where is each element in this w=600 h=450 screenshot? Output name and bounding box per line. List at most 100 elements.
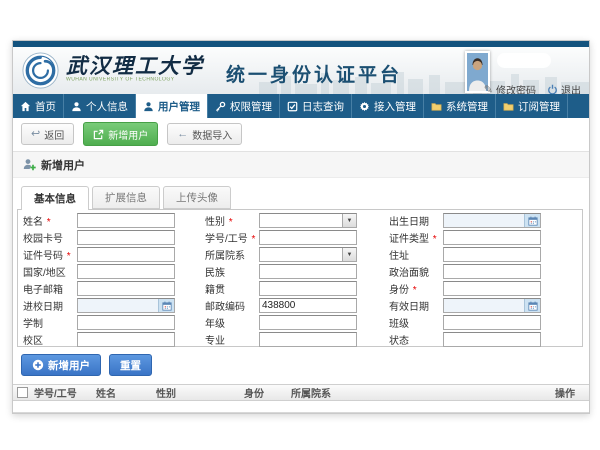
change-password-link[interactable]: ✎ 修改密码 bbox=[484, 82, 536, 94]
user-icon bbox=[71, 101, 82, 112]
grade-input[interactable] bbox=[259, 315, 357, 330]
platform-title: 统一身份认证平台 bbox=[226, 60, 402, 87]
field-label-birth-date: 出生日期 bbox=[389, 213, 443, 228]
native-place-input[interactable] bbox=[259, 281, 357, 296]
nav-tab-access-mgmt[interactable]: 接入管理 bbox=[352, 94, 424, 118]
name-input[interactable] bbox=[77, 213, 175, 228]
major-input[interactable] bbox=[259, 332, 357, 347]
log-icon bbox=[287, 101, 298, 112]
app-window: 武汉理工大学 WUHAN UNIVERSITY OF TECHNOLOGY 统一… bbox=[12, 40, 590, 414]
gender-dropdown-button[interactable]: ▼ bbox=[342, 214, 356, 227]
required-asterisk: * bbox=[430, 234, 437, 245]
id-number-input[interactable] bbox=[77, 247, 175, 262]
import-arrow-icon: ← bbox=[177, 129, 188, 139]
country-input[interactable] bbox=[77, 264, 175, 279]
power-icon bbox=[547, 84, 558, 94]
email-input[interactable] bbox=[77, 281, 175, 296]
header-links: ✎ 修改密码 退出 bbox=[484, 82, 581, 94]
nav-tab-sys-mgmt[interactable]: 系统管理 bbox=[424, 94, 496, 118]
back-button[interactable]: ↩ 返回 bbox=[21, 123, 74, 145]
nav-tab-label: 首页 bbox=[35, 99, 56, 114]
data-import-button[interactable]: ← 数据导入 bbox=[167, 123, 242, 145]
tab-basic-info[interactable]: 基本信息 bbox=[21, 186, 89, 210]
add-user-label: 新增用户 bbox=[108, 127, 148, 142]
calendar-icon bbox=[528, 301, 538, 311]
id-type-input[interactable] bbox=[443, 230, 541, 245]
field-label-country: 国家/地区 bbox=[23, 264, 77, 279]
nav-tab-user-mgmt[interactable]: 用户管理 bbox=[136, 94, 208, 118]
form-field-department: 所属院系▼ bbox=[200, 246, 384, 263]
nav-tab-label: 系统管理 bbox=[446, 99, 488, 114]
reset-button[interactable]: 重置 bbox=[109, 354, 152, 376]
form-field-country: 国家/地区 bbox=[18, 263, 200, 280]
field-label-status: 状态 bbox=[389, 332, 443, 347]
field-label-campus: 校区 bbox=[23, 332, 77, 347]
nav-tab-sub-mgmt[interactable]: 订阅管理 bbox=[496, 94, 568, 118]
nav-tab-home[interactable]: 首页 bbox=[13, 94, 64, 118]
table-header-student-id: 学号/工号 bbox=[34, 385, 96, 400]
department-input[interactable]: ▼ bbox=[259, 247, 357, 262]
enroll-date-input[interactable] bbox=[77, 298, 175, 313]
form-field-name: 姓名 * bbox=[18, 212, 200, 229]
address-input[interactable] bbox=[443, 247, 541, 262]
postal-code-value: 438800 bbox=[260, 300, 295, 311]
folder-icon bbox=[431, 101, 442, 112]
form-field-campus-card: 校园卡号 bbox=[18, 229, 200, 246]
birth-date-input[interactable] bbox=[443, 213, 541, 228]
nav-tab-label: 权限管理 bbox=[230, 99, 272, 114]
submit-add-user-button[interactable]: 新增用户 bbox=[21, 354, 101, 376]
birth-date-calendar-button[interactable] bbox=[524, 214, 540, 227]
logout-link[interactable]: 退出 bbox=[547, 82, 581, 94]
university-name-en: WUHAN UNIVERSITY OF TECHNOLOGY bbox=[66, 77, 175, 82]
field-label-enroll-date: 进校日期 bbox=[23, 298, 77, 313]
form-field-address: 住址 bbox=[384, 246, 576, 263]
nav-tabs: 首页个人信息 用户管理 权限管理日志查询接入管理 系统管理订阅管理 bbox=[13, 94, 589, 118]
valid-date-calendar-button[interactable] bbox=[524, 299, 540, 312]
field-label-gender: 性别 * bbox=[205, 213, 259, 228]
valid-date-input[interactable] bbox=[443, 298, 541, 313]
user-form: 姓名 *性别 *▼出生日期校园卡号学号/工号 *证件类型 *证件号码 *所属院系… bbox=[17, 209, 583, 347]
field-label-student-id: 学号/工号 * bbox=[205, 230, 259, 245]
student-id-input[interactable] bbox=[259, 230, 357, 245]
tab-extended-info[interactable]: 扩展信息 bbox=[92, 186, 160, 209]
form-field-email: 电子邮箱 bbox=[18, 280, 200, 297]
field-label-identity: 身份 * bbox=[389, 281, 443, 296]
campus-input[interactable] bbox=[77, 332, 175, 347]
user-plus-icon bbox=[23, 158, 36, 171]
nav-tab-perm-mgmt[interactable]: 权限管理 bbox=[208, 94, 280, 118]
form-field-political-status: 政治面貌 bbox=[384, 263, 576, 280]
gender-input[interactable]: ▼ bbox=[259, 213, 357, 228]
select-all-checkbox[interactable] bbox=[17, 387, 28, 398]
tab-upload-avatar[interactable]: 上传头像 bbox=[163, 186, 231, 209]
form-field-valid-date: 有效日期 bbox=[384, 297, 576, 314]
identity-input[interactable] bbox=[443, 281, 541, 296]
ethnicity-input[interactable] bbox=[259, 264, 357, 279]
form-field-schooling-length: 学制 bbox=[18, 314, 200, 331]
add-user-toolbar-button[interactable]: 新增用户 bbox=[83, 122, 158, 146]
form-field-grade: 年级 bbox=[200, 314, 384, 331]
nav-tab-log-query[interactable]: 日志查询 bbox=[280, 94, 352, 118]
postal-code-input[interactable]: 438800 bbox=[259, 298, 357, 313]
campus-card-input[interactable] bbox=[77, 230, 175, 245]
political-status-input[interactable] bbox=[443, 264, 541, 279]
form-field-postal-code: 邮政编码438800 bbox=[200, 297, 384, 314]
chevron-down-icon: ▼ bbox=[347, 218, 353, 224]
nav-tab-label: 用户管理 bbox=[158, 99, 200, 114]
cloud-graphic bbox=[497, 53, 551, 68]
class-input[interactable] bbox=[443, 315, 541, 330]
department-dropdown-button[interactable]: ▼ bbox=[342, 248, 356, 261]
required-asterisk: * bbox=[64, 251, 71, 262]
status-input[interactable] bbox=[443, 332, 541, 347]
table-header-name: 姓名 bbox=[96, 385, 156, 400]
plus-circle-icon bbox=[32, 359, 44, 371]
form-field-enroll-date: 进校日期 bbox=[18, 297, 200, 314]
calendar-icon bbox=[528, 216, 538, 226]
submit-label: 新增用户 bbox=[48, 358, 90, 373]
schooling-length-input[interactable] bbox=[77, 315, 175, 330]
home-icon bbox=[20, 101, 31, 112]
form-grid: 姓名 *性别 *▼出生日期校园卡号学号/工号 *证件类型 *证件号码 *所属院系… bbox=[18, 210, 582, 348]
page: 武汉理工大学 WUHAN UNIVERSITY OF TECHNOLOGY 统一… bbox=[0, 0, 600, 450]
nav-tab-profile[interactable]: 个人信息 bbox=[64, 94, 136, 118]
enroll-date-calendar-button[interactable] bbox=[158, 299, 174, 312]
required-asterisk: * bbox=[226, 217, 233, 228]
